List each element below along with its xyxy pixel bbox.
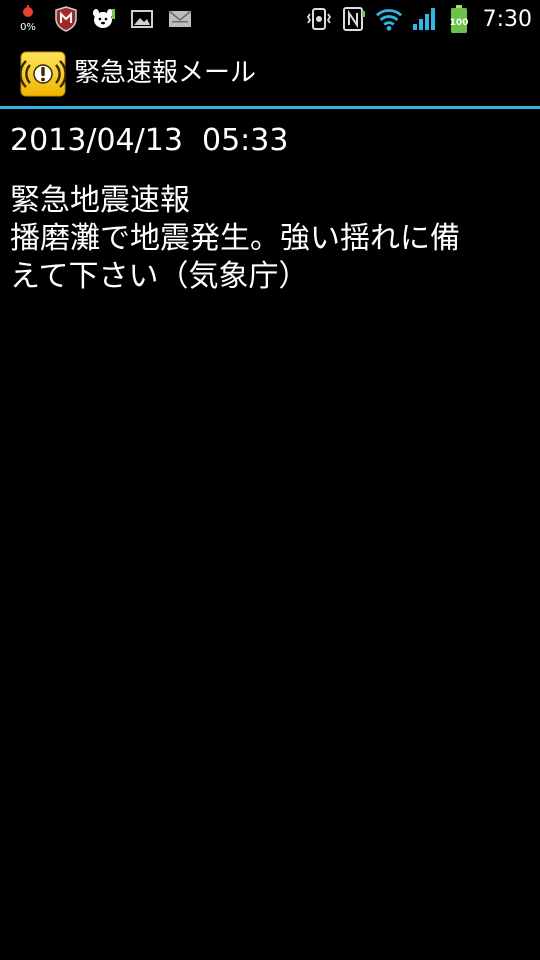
system-icons: 100 7:30 <box>305 4 532 34</box>
emergency-alert-icon[interactable] <box>19 51 67 97</box>
message-content: 2013/04/13 05:33 緊急地震速報 播磨灘で地震発生。強い揺れに備 … <box>10 118 530 296</box>
wifi-icon <box>375 5 403 33</box>
notification-icons: 0% <box>14 4 194 34</box>
message-datetime: 2013/04/13 05:33 <box>10 123 289 158</box>
action-bar: 緊急速報メール <box>0 40 540 106</box>
title-divider <box>0 106 540 109</box>
mail-icon <box>166 5 194 33</box>
page-title: 緊急速報メール <box>74 58 257 88</box>
battery-mix-icon: 0% <box>14 5 42 33</box>
image-icon <box>128 5 156 33</box>
vibrate-icon <box>305 5 333 33</box>
dog-app-icon <box>90 5 118 33</box>
signal-icon <box>410 5 438 33</box>
message-body: 緊急地震速報 播磨灘で地震発生。強い揺れに備 えて下さい（気象庁） <box>10 182 530 296</box>
message-line: えて下さい（気象庁） <box>10 259 309 294</box>
nfc-icon <box>340 5 368 33</box>
message-line: 播磨灘で地震発生。強い揺れに備 <box>10 221 460 256</box>
message-subject: 緊急地震速報 <box>10 183 190 218</box>
mcafee-shield-icon <box>52 5 80 33</box>
battery-icon: 100 <box>445 5 473 33</box>
status-clock: 7:30 <box>482 6 532 32</box>
svg-text:0%: 0% <box>20 22 36 33</box>
svg-text:100: 100 <box>449 18 468 28</box>
status-bar: 0% 100 7:30 <box>0 0 540 38</box>
